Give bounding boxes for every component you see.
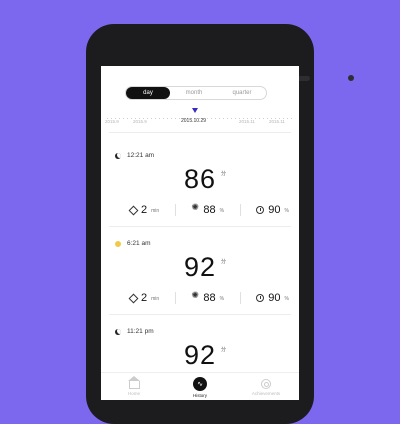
sleep-score: 86 <box>183 164 217 194</box>
stat-separator <box>174 292 176 304</box>
tab-quarter[interactable]: quarter <box>218 87 266 99</box>
history-icon: ∿ <box>193 376 207 391</box>
current-date-marker-icon <box>192 108 198 113</box>
entry-time: 12:21 am <box>127 152 155 159</box>
efficiency-value: 90 <box>268 292 281 304</box>
entry-stats: 2 min 88 % 90 % <box>129 202 289 218</box>
timeline-label: 2015.9 <box>133 119 147 124</box>
duration-stat: 2 min <box>129 204 159 216</box>
stat-separator <box>174 204 176 216</box>
entry-time-row: 12:21 am <box>115 152 154 159</box>
clock-icon <box>256 294 265 302</box>
entry-stats: 2 min 88 % 90 % <box>129 290 289 306</box>
duration-stat: 2 min <box>129 292 159 304</box>
tab-day[interactable]: day <box>126 87 170 99</box>
humidity-stat: 88 % <box>191 203 225 216</box>
sunburst-icon <box>191 291 199 302</box>
humidity-value: 88 <box>203 292 216 304</box>
date-timeline[interactable]: 2015.9 2015.9 2015.10.29 2015.11 2015.11 <box>101 106 299 128</box>
efficiency-unit: % <box>284 208 289 214</box>
score-unit: 分 <box>221 259 227 265</box>
nav-history[interactable]: ∿ History <box>167 373 233 400</box>
sleep-entry[interactable]: 12:21 am 86 分 2 min 88 % 90 % <box>101 152 299 232</box>
entry-time-row: 11:21 pm <box>115 328 154 335</box>
app-screen: day month quarter 2015.9 2015.9 2015.10.… <box>101 66 299 400</box>
sleep-entry[interactable]: 11:21 pm 92 分 <box>101 328 299 376</box>
nav-home[interactable]: Home <box>101 373 167 400</box>
sensor <box>348 75 354 81</box>
duration-value: 2 <box>141 292 148 304</box>
timeline-label: 2015.11 <box>269 119 285 124</box>
diamond-icon <box>129 206 137 214</box>
moon-icon <box>115 328 121 335</box>
humidity-stat: 88 % <box>191 291 225 304</box>
nav-label: Home <box>127 391 140 396</box>
score-unit: 分 <box>221 171 227 177</box>
tab-month[interactable]: month <box>170 87 218 99</box>
sleep-score: 92 <box>183 252 217 282</box>
sleep-entry[interactable]: 6:21 am 92 分 2 min 88 % 90 % <box>101 240 299 320</box>
efficiency-stat: 90 % <box>256 292 289 304</box>
humidity-value: 88 <box>203 204 216 216</box>
stat-separator <box>239 204 241 216</box>
sunburst-icon <box>191 203 199 214</box>
nav-label: Achievements <box>251 390 281 396</box>
timeline-label: 2015.11 <box>239 119 255 124</box>
bottom-navigation: Home ∿ History Achievements <box>101 372 299 400</box>
entry-time-row: 6:21 am <box>115 240 151 247</box>
divider <box>109 132 291 133</box>
efficiency-unit: % <box>284 296 289 302</box>
sleep-score: 92 <box>183 340 217 370</box>
divider <box>109 226 291 227</box>
sun-icon <box>115 240 121 247</box>
duration-value: 2 <box>141 204 148 216</box>
clock-icon <box>256 206 265 214</box>
divider <box>109 314 291 315</box>
humidity-unit: % <box>219 208 225 214</box>
nav-label: History <box>192 392 207 398</box>
nav-achievements[interactable]: Achievements <box>233 373 299 400</box>
period-segmented-control: day month quarter <box>125 86 267 100</box>
duration-unit: min <box>151 208 160 214</box>
timeline-label: 2015.9 <box>105 119 119 124</box>
diamond-icon <box>129 294 137 302</box>
score-unit: 分 <box>221 347 227 353</box>
duration-unit: min <box>151 296 160 302</box>
efficiency-value: 90 <box>268 204 281 216</box>
efficiency-stat: 90 % <box>256 204 289 216</box>
moon-icon <box>115 152 121 159</box>
humidity-unit: % <box>219 296 225 302</box>
home-icon <box>127 376 140 389</box>
timeline-current-label: 2015.10.29 <box>181 118 207 124</box>
stat-separator <box>239 292 241 304</box>
entry-time: 6:21 am <box>127 240 151 247</box>
gear-icon <box>261 378 271 389</box>
entry-time: 11:21 pm <box>127 328 154 335</box>
